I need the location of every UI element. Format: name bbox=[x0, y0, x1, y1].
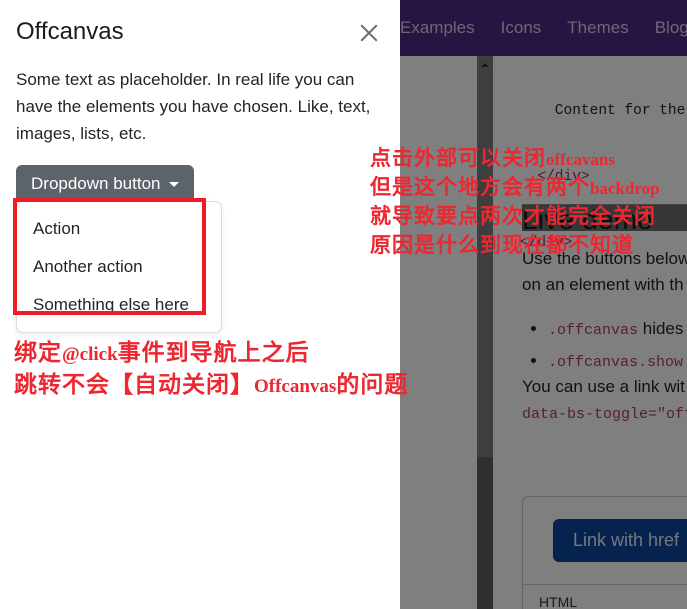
annotation-en: Offcanvas bbox=[254, 376, 337, 397]
annotation-right-4: 原因是什么到现在都不知道 bbox=[370, 231, 634, 260]
annotation-right-3: 就导致要点两次才能完全关闭 bbox=[370, 202, 656, 231]
annotation-text: 就导致要点两次才能完全关闭 bbox=[370, 205, 656, 228]
annotation-left-1: 绑定@click事件到导航上之后 bbox=[14, 336, 310, 371]
dropdown-item-something-else-here[interactable]: Something else here bbox=[17, 286, 221, 324]
offcanvas-body: Some text as placeholder. In real life y… bbox=[0, 48, 400, 333]
annotation-left-2: 跳转不会【自动关闭】Offcanvas的问题 bbox=[14, 368, 408, 403]
annotation-text: 点击外部可以关闭 bbox=[370, 147, 546, 170]
annotation-text: 绑定 bbox=[14, 339, 62, 365]
dropdown-button[interactable]: Dropdown button bbox=[16, 165, 195, 203]
annotation-en: @click bbox=[62, 344, 118, 365]
chevron-down-icon bbox=[169, 181, 180, 187]
annotation-en: backdrop bbox=[590, 179, 660, 198]
annotation-text: 跳转不会【自动关闭】 bbox=[14, 371, 254, 397]
dropdown-item-another-action[interactable]: Another action bbox=[17, 248, 221, 286]
annotation-text: 原因是什么到现在都不知道 bbox=[370, 234, 634, 257]
annotation-right-2: 但是这个地方会有两个backdrop bbox=[370, 173, 660, 203]
dropdown: Dropdown button Action Another action So… bbox=[16, 165, 222, 333]
dropdown-menu: Action Another action Something else her… bbox=[16, 201, 222, 333]
annotation-right-1: 点击外部可以关闭offcavans bbox=[370, 144, 615, 174]
close-icon[interactable] bbox=[354, 18, 384, 48]
offcanvas-panel: Offcanvas Some text as placeholder. In r… bbox=[0, 0, 400, 609]
annotation-text: 事件到导航上之后 bbox=[117, 339, 310, 365]
dropdown-item-action[interactable]: Action bbox=[17, 210, 221, 248]
annotation-text: 的问题 bbox=[336, 371, 409, 397]
offcanvas-header: Offcanvas bbox=[0, 0, 400, 48]
screenshot-root: Examples Icons Themes Blog Content for t… bbox=[0, 0, 687, 609]
offcanvas-placeholder-text: Some text as placeholder. In real life y… bbox=[16, 70, 371, 143]
annotation-en: offcavans bbox=[546, 150, 615, 169]
annotation-text: 但是这个地方会有两个 bbox=[370, 176, 590, 199]
dropdown-button-label: Dropdown button bbox=[31, 174, 161, 193]
offcanvas-title: Offcanvas bbox=[16, 18, 124, 45]
